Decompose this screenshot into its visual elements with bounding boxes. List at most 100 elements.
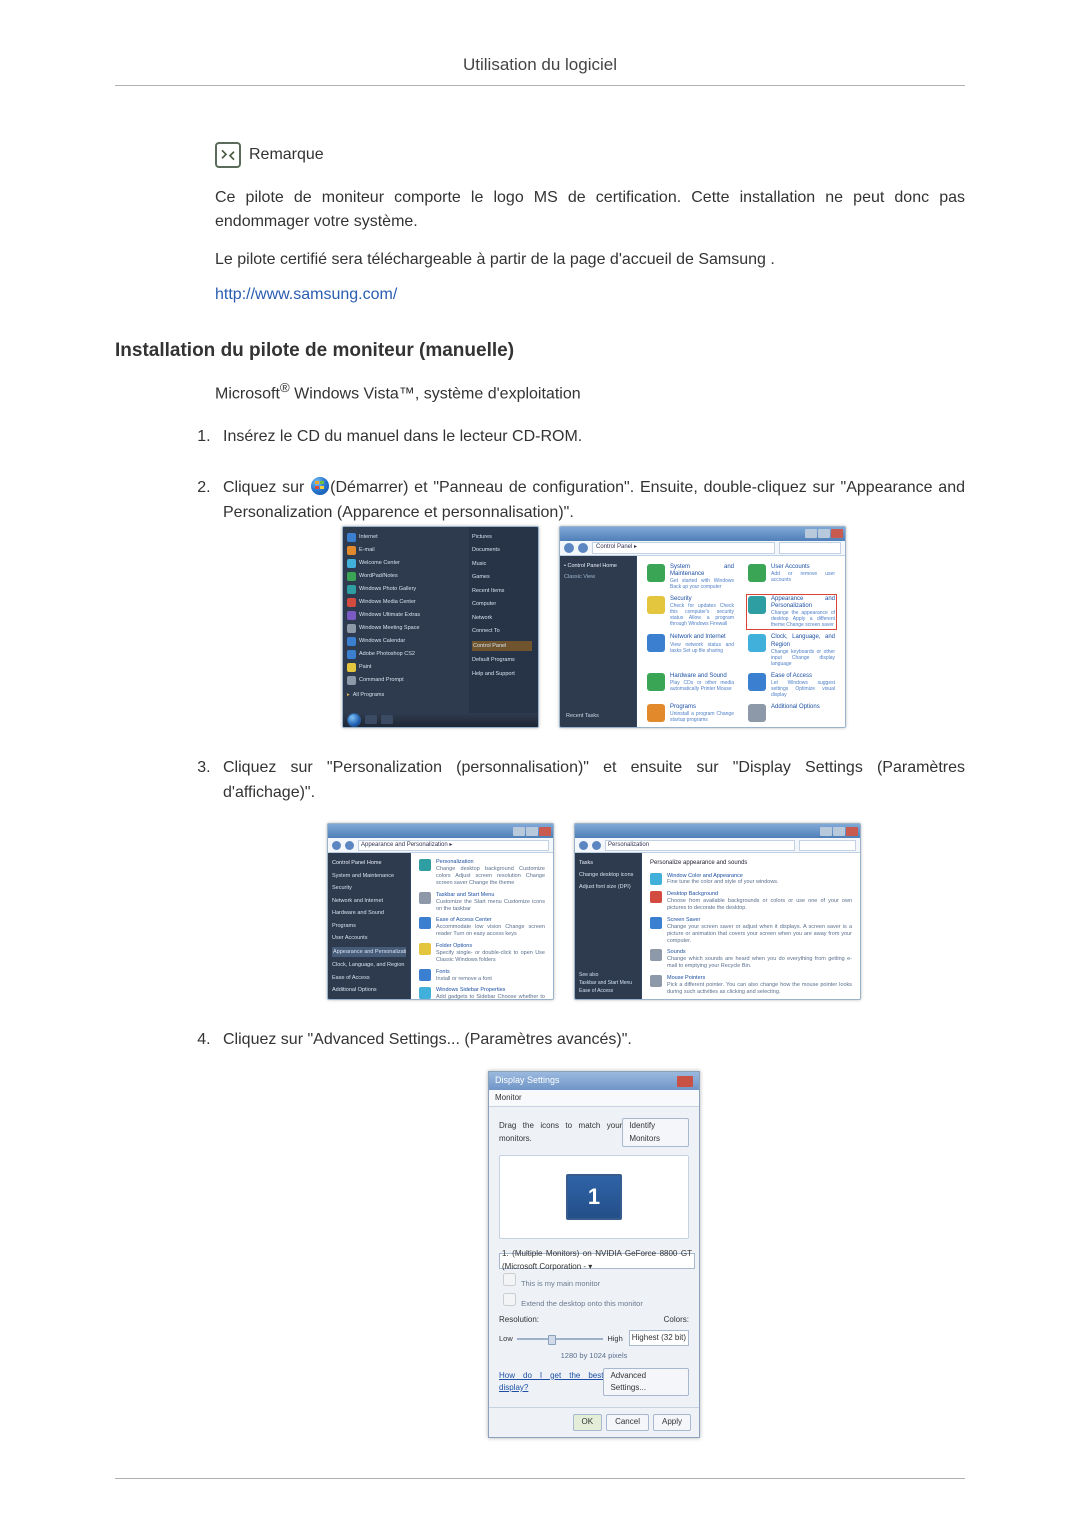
cp-sidebar-title: Control Panel Home — [567, 563, 617, 569]
slider-high: High — [607, 1333, 622, 1345]
colors-select[interactable]: Highest (32 bit) — [629, 1330, 689, 1346]
ap-item-sub: Specify single- or double-click to open … — [436, 950, 545, 964]
cp-item-sub: Check for updates Check this computer's … — [670, 603, 734, 627]
cancel-button[interactable]: Cancel — [606, 1414, 649, 1430]
ap-item-sub: Customize the Start menu Customize icons… — [436, 899, 545, 913]
close-icon[interactable] — [677, 1076, 693, 1087]
pers-item-title: Sounds — [667, 949, 686, 955]
remark-label: Remarque — [249, 146, 324, 164]
pers-item-title: Screen Saver — [667, 917, 700, 923]
main-monitor-checkbox[interactable] — [503, 1273, 516, 1286]
step-2: Cliquez sur (Démarrer) et "Panneau de co… — [215, 476, 965, 728]
ap-item-title: Personalization — [436, 859, 474, 865]
figure-row-2: Appearance and Personalization ▸ Control… — [223, 823, 965, 1000]
start-right-item: Documents — [472, 546, 532, 555]
monitor-icon[interactable]: 1 — [566, 1174, 622, 1220]
resolution-label: Resolution: — [499, 1314, 539, 1326]
start-item: E-mail — [359, 546, 375, 555]
ap-item-sub: Install or remove a font — [436, 976, 492, 983]
cp-item-title: User Accounts — [771, 564, 810, 570]
ap-item-title: Folder Options — [436, 943, 472, 949]
start-item: Paint — [359, 663, 372, 672]
cp-item-title: Hardware and Sound — [670, 673, 727, 679]
start-item: Welcome Center — [359, 559, 400, 568]
ap-side-item: System and Maintenance — [332, 872, 406, 881]
pers-item-sub: Choose from available backgrounds or col… — [667, 898, 852, 912]
dialog-tab[interactable]: Monitor — [489, 1090, 699, 1107]
figure-control-panel-home: Control Panel ▸ • Control Panel Home Cla… — [559, 526, 846, 728]
cp-item-sub: Get started with Windows Back up your co… — [670, 578, 734, 590]
page-header-title: Utilisation du logiciel — [115, 55, 965, 85]
all-programs: All Programs — [353, 691, 384, 700]
breadcrumb: Control Panel ▸ — [592, 542, 775, 554]
identify-monitors-button[interactable]: Identify Monitors — [622, 1118, 689, 1147]
cp-item-sub: Let Windows suggest settings Optimize vi… — [771, 680, 835, 698]
step-4-text: Cliquez sur "Advanced Settings... (Param… — [223, 1031, 632, 1048]
start-right-item: Music — [472, 560, 532, 569]
start-item: Internet — [359, 533, 378, 542]
start-right-item: Help and Support — [472, 670, 532, 679]
pers-item-sub: Change your screen saver or adjust when … — [667, 924, 852, 945]
start-orb-icon — [311, 477, 329, 495]
ok-button[interactable]: OK — [573, 1414, 603, 1430]
os-suffix: , système d'exploitation — [415, 385, 581, 402]
figure-personalization: Personalization Tasks Change desktop ico… — [574, 823, 861, 1000]
pers-item-title: Mouse Pointers — [667, 975, 705, 981]
os-prefix: Microsoft — [215, 385, 280, 402]
ap-side-item: Network and Internet — [332, 897, 406, 906]
cp-item-sub: Play CDs or other media automatically Pr… — [670, 680, 734, 692]
cp-item-title: Ease of Access — [771, 673, 812, 679]
step-2a: Cliquez sur — [223, 479, 310, 496]
remark-block: Remarque — [215, 142, 965, 168]
paragraph-1: Ce pilote de moniteur comporte le logo M… — [215, 186, 965, 234]
samsung-link[interactable]: http://www.samsung.com/ — [215, 286, 397, 304]
start-right-item: Connect To — [472, 627, 532, 636]
cp-item-title: Programs — [670, 704, 696, 710]
steps-list: Insérez le CD du manuel dans le lecteur … — [215, 425, 965, 1437]
cp-item-title: Security — [670, 596, 692, 602]
ap-side-item: Programs — [332, 922, 406, 931]
figure-row-1: Internet E-mail Welcome Center WordPad/N… — [223, 526, 965, 728]
start-orb-icon — [347, 713, 361, 727]
slider-low: Low — [499, 1333, 513, 1345]
ap-side-item: User Accounts — [332, 934, 406, 943]
pers-side-item: Adjust font size (DPI) — [579, 883, 637, 892]
ap-item-title: Fonts — [436, 969, 450, 975]
ap-side-item: Clock, Language, and Region — [332, 961, 406, 970]
ap-item-sub: Add gadgets to Sidebar Choose whether to… — [436, 994, 545, 1000]
ap-side-item: Control Panel Home — [332, 859, 406, 868]
chk-label: This is my main monitor — [521, 1279, 600, 1288]
pers-item-title: Desktop Background — [667, 891, 718, 897]
header-rule — [115, 85, 965, 86]
apply-button[interactable]: Apply — [653, 1414, 691, 1430]
cp-item-sub: Add or remove user accounts — [771, 571, 835, 583]
breadcrumb: Personalization — [605, 840, 795, 851]
figure-start-menu: Internet E-mail Welcome Center WordPad/N… — [342, 526, 539, 728]
start-item: Windows Ultimate Extras — [359, 611, 420, 620]
advanced-settings-button[interactable]: Advanced Settings... — [603, 1368, 689, 1397]
start-right-item: Recent Items — [472, 587, 532, 596]
extend-desktop-checkbox[interactable] — [503, 1293, 516, 1306]
search-input — [799, 840, 856, 851]
step-3: Cliquez sur "Personalization (personnali… — [215, 756, 965, 1001]
pers-heading: Personalize appearance and sounds — [650, 859, 852, 868]
resolution-slider[interactable] — [517, 1338, 604, 1340]
cp-item-sub: View network status and tasks Set up fil… — [670, 642, 734, 654]
cp-sidebar-sub: Classic View — [564, 573, 632, 582]
seealso-item: Ease of Access — [579, 988, 632, 996]
seealso-header: See also — [579, 972, 632, 980]
best-display-link[interactable]: How do I get the best display? — [499, 1370, 603, 1395]
ap-item-sub: Change desktop background Customize colo… — [436, 866, 545, 887]
cp-item-sub: Change the appearance of desktop Apply a… — [771, 610, 835, 628]
dialog-title: Display Settings — [495, 1074, 560, 1088]
monitor-device-select[interactable]: 1. (Multiple Monitors) on NVIDIA GeForce… — [499, 1253, 695, 1269]
paragraph-2: Le pilote certifié sera téléchargeable à… — [215, 248, 965, 272]
start-item: Command Prompt — [359, 676, 404, 685]
seealso-item: Taskbar and Start Menu — [579, 980, 632, 988]
search-input — [779, 542, 841, 554]
breadcrumb: Appearance and Personalization ▸ — [358, 840, 549, 851]
os-line: Microsoft® Windows Vista™, système d'exp… — [215, 380, 965, 403]
note-icon — [215, 142, 241, 168]
start-right-item: Pictures — [472, 533, 532, 542]
document-page: Utilisation du logiciel Remarque Ce pilo… — [0, 0, 1080, 1539]
